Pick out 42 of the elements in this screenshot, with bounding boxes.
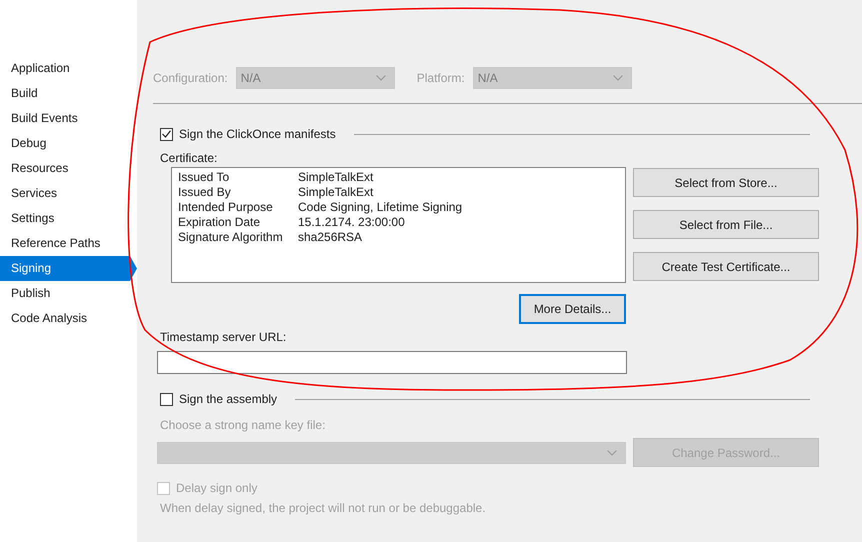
property-value: Code Signing, Lifetime Signing	[298, 200, 462, 215]
property-value: SimpleTalkExt	[298, 185, 374, 200]
sidebar-item[interactable]: Application	[0, 56, 137, 81]
dropdown-value: N/A	[240, 71, 261, 85]
checkbox[interactable]	[160, 392, 173, 406]
field-label: Timestamp server URL:	[160, 330, 288, 346]
property-value: SimpleTalkExt	[298, 170, 374, 185]
url-input-field[interactable]	[157, 351, 627, 374]
action-button[interactable]: Select from Store...	[633, 168, 819, 197]
chevron-icon	[612, 75, 623, 81]
sidebar-item[interactable]: Resources	[0, 156, 137, 181]
property-name: Issued By	[178, 185, 232, 200]
checkbox-label: Sign the ClickOnce manifests	[179, 127, 336, 141]
dropdown-value: N/A	[478, 71, 498, 85]
sidebar-item[interactable]: Reference Paths	[0, 231, 137, 256]
note-text: When delay signed, the project will not run or be debuggable.	[160, 501, 487, 515]
sidebar-item[interactable]: Publish	[0, 281, 137, 306]
action-button[interactable]: Select from File...	[633, 210, 819, 239]
sidebar-item[interactable]: Build Events	[0, 106, 137, 131]
sidebar-item[interactable]: Services	[0, 181, 137, 206]
action-button[interactable]: Create Test Certificate...	[633, 252, 819, 281]
property-name: Expiration Date	[178, 215, 262, 230]
property-value: 15.1.2174. 23:00:00	[298, 215, 405, 230]
field-label: Choose a strong name key file:	[160, 418, 326, 434]
field-label: Platform:	[416, 71, 465, 85]
sidebar-item[interactable]: Settings	[0, 206, 137, 231]
details-button[interactable]: More Details...	[519, 294, 626, 324]
checkbox[interactable]	[160, 128, 173, 140]
checkbox-label: Sign the assembly	[179, 392, 278, 406]
sidebar-item[interactable]: Signing	[0, 256, 137, 281]
sidebar-item[interactable]: Build	[0, 81, 137, 106]
property-name: Issued To	[178, 170, 230, 185]
chevron-icon	[607, 450, 617, 456]
chevron-icon	[376, 75, 386, 81]
checkbox-label: Delay sign only	[176, 481, 258, 495]
sidebar-item[interactable]: Debug	[0, 131, 137, 156]
property-name: Intended Purpose	[178, 200, 274, 215]
field-label: Certificate:	[160, 151, 218, 167]
sidebar-item[interactable]: Code Analysis	[0, 306, 137, 331]
property-name: Signature Algorithm	[178, 230, 284, 245]
field-label: Configuration:	[153, 71, 228, 85]
property-value: sha256RSA	[298, 230, 362, 245]
